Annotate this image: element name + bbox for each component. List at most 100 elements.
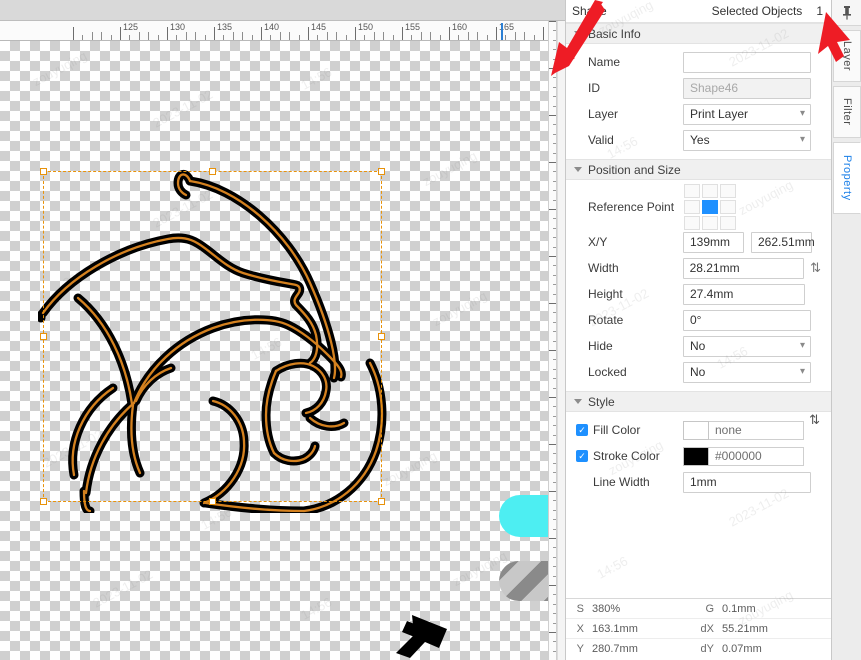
label-hide: Hide	[588, 339, 613, 353]
tab-layer-label: Layer	[841, 40, 853, 72]
right-tab-strip: Layer Filter Property	[831, 0, 861, 660]
stroke-color-swatch[interactable]	[683, 446, 709, 466]
line-width-input[interactable]: 1mm	[683, 471, 811, 493]
vruler-tick-minor	[553, 472, 556, 473]
row-valid: Valid Yes ▾	[566, 127, 831, 153]
watermark: 2023-11-02	[90, 566, 156, 611]
row-id: ID Shape46	[566, 75, 831, 101]
vertical-ruler[interactable]	[548, 21, 557, 660]
section-body-position-and-size: Reference Point X/Y 139mm 262.51mm Width…	[566, 180, 831, 391]
vruler-tick-minor	[553, 341, 556, 342]
name-input[interactable]	[683, 51, 811, 73]
ruler-tick-minor	[139, 32, 140, 40]
row-layer: Layer Print Layer ▾	[566, 101, 831, 127]
hammer-shape[interactable]	[392, 613, 454, 660]
selected-objects-count: 1	[816, 4, 823, 18]
vruler-tick-minor	[553, 604, 556, 605]
ref-cell-middle-right[interactable]	[720, 200, 736, 214]
label-line-width: Line Width	[593, 475, 650, 489]
layer-select-value: Print Layer	[690, 107, 749, 121]
vruler-tick-minor	[553, 500, 556, 501]
status-row: X 163.1mm dX 55.21mm	[566, 619, 832, 639]
label-xy: X/Y	[588, 235, 608, 249]
label-id: ID	[588, 81, 600, 95]
status-row: Y 280.7mm dY 0.07mm	[566, 639, 832, 659]
reference-point-grid[interactable]	[684, 184, 736, 230]
ref-cell-bottom-left[interactable]	[684, 216, 700, 230]
section-header-position-and-size[interactable]: Position and Size	[566, 159, 831, 180]
label-rotate: Rotate	[588, 313, 624, 327]
section-header-style[interactable]: Style	[566, 391, 831, 412]
ruler-tick-minor	[364, 35, 365, 40]
x-input[interactable]: 139mm	[683, 231, 744, 253]
ref-cell-top-center[interactable]	[702, 184, 718, 198]
hide-select[interactable]: No ▾	[683, 335, 811, 357]
vruler-tick-major	[549, 538, 556, 539]
stroke-color-label-text: Stroke Color	[593, 449, 660, 463]
ruler-tick-minor	[129, 35, 130, 40]
status-key-s: S	[576, 602, 584, 615]
row-locked: Locked No ▾	[566, 359, 831, 385]
ruler-tick-minor	[374, 32, 375, 40]
tab-property[interactable]: Property	[833, 142, 861, 214]
status-row: S 380% G 0.1mm	[566, 599, 832, 619]
row-xy: X/Y 139mm 262.51mm	[566, 229, 831, 255]
ruler-tick-minor	[393, 35, 394, 40]
vruler-tick-major	[549, 397, 556, 398]
tab-filter[interactable]: Filter	[833, 86, 861, 138]
ruler-tick-major	[308, 27, 309, 40]
ruler-tick-minor	[223, 35, 224, 40]
ref-cell-bottom-right[interactable]	[720, 216, 736, 230]
stroke-color-checkbox[interactable]: ✓	[576, 450, 588, 462]
ruler-tick-minor	[317, 35, 318, 40]
stroke-color-value[interactable]: #000000	[709, 446, 804, 466]
status-key-y: Y	[576, 643, 584, 655]
ruler-tick-minor	[242, 32, 243, 40]
valid-select[interactable]: Yes ▾	[683, 129, 811, 151]
ref-cell-middle-left[interactable]	[684, 200, 700, 214]
locked-select[interactable]: No ▾	[683, 361, 811, 383]
swap-colors-icon[interactable]: ⇅	[809, 412, 820, 428]
ruler-tick-minor	[487, 35, 488, 40]
row-hide: Hide No ▾	[566, 333, 831, 359]
wave-swirl-shape[interactable]	[38, 163, 398, 513]
ref-cell-top-left[interactable]	[684, 184, 700, 198]
horizontal-ruler[interactable]: 125 130 135 140 145 150 155 160 165	[0, 21, 565, 41]
ruler-tick-minor	[195, 32, 196, 40]
status-bar: S 380% G 0.1mm X 163.1mm dX 55.21mm Y 28…	[566, 598, 832, 660]
section-title-position-and-size: Position and Size	[588, 162, 681, 177]
ref-cell-top-right[interactable]	[720, 184, 736, 198]
height-input[interactable]: 27.4mm	[683, 283, 805, 305]
vruler-tick-minor	[553, 87, 556, 88]
section-title-style: Style	[588, 394, 615, 409]
fill-color-swatch[interactable]	[683, 420, 709, 440]
pin-panel-button[interactable]	[832, 0, 861, 26]
status-key-dy: dY	[700, 643, 714, 655]
vruler-tick-minor	[553, 294, 556, 295]
width-input[interactable]: 28.21mm	[682, 257, 805, 279]
y-input[interactable]: 262.51mm	[751, 231, 815, 253]
section-header-basic-info[interactable]: Basic Info	[566, 23, 831, 44]
vruler-tick-major	[549, 68, 556, 69]
layer-select[interactable]: Print Layer ▾	[683, 103, 811, 125]
link-aspect-ratio-icon[interactable]: ⇅	[810, 260, 821, 276]
canvas-area[interactable]: 125 130 135 140 145 150 155 160 165 zouyuqing 20…	[0, 0, 565, 660]
vruler-tick-minor	[553, 425, 556, 426]
vruler-tick-minor	[553, 613, 556, 614]
ruler-tick-minor	[101, 32, 102, 40]
tab-layer[interactable]: Layer	[833, 30, 861, 82]
vruler-tick-minor	[553, 143, 556, 144]
vruler-tick-minor	[553, 59, 556, 60]
fill-color-value[interactable]: none	[709, 420, 804, 440]
vruler-tick-minor	[553, 237, 556, 238]
vruler-tick-major	[549, 491, 556, 492]
ref-cell-center[interactable]	[702, 200, 718, 214]
ruler-tick-minor	[430, 32, 431, 40]
fill-color-checkbox[interactable]: ✓	[576, 424, 588, 436]
ref-cell-bottom-center[interactable]	[702, 216, 718, 230]
canvas-vertical-scrollbar[interactable]	[557, 21, 565, 660]
ruler-tick-minor	[280, 32, 281, 40]
vruler-tick-minor	[553, 124, 556, 125]
rotate-input[interactable]: 0°	[683, 309, 811, 331]
ruler-label: 140	[264, 22, 280, 32]
